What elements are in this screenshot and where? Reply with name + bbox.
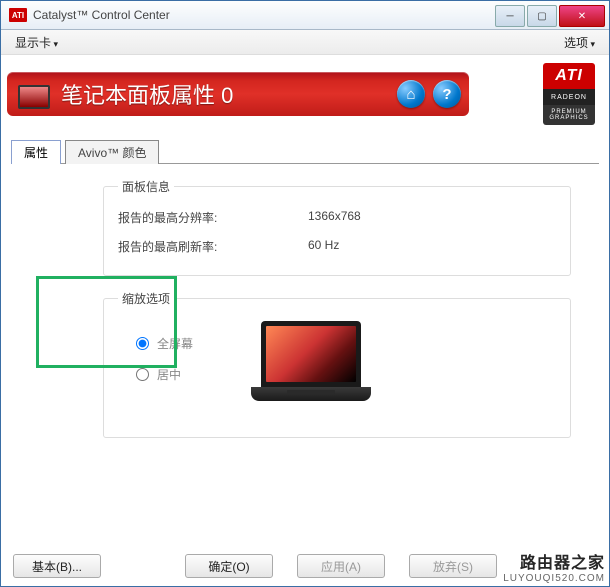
ati-brand-logo: ATI RADEON PREMIUMGRAPHICS — [539, 57, 599, 131]
max-refresh-label: 报告的最高刷新率: — [118, 238, 308, 255]
page-title: 笔记本面板属性 0 — [61, 78, 397, 110]
scaling-options-group: 缩放选项 全屏幕 居中 — [103, 290, 571, 438]
maximize-button[interactable]: ▢ — [527, 5, 557, 27]
max-resolution-value: 1366x768 — [308, 209, 361, 226]
help-button[interactable]: ? — [433, 80, 461, 108]
laptop-icon — [17, 79, 51, 109]
laptop-preview-image — [251, 321, 371, 417]
menu-bar: 显示卡 选项 — [1, 30, 609, 55]
radio-fullscreen[interactable]: 全屏幕 — [136, 335, 193, 352]
max-refresh-value: 60 Hz — [308, 238, 339, 255]
header-band: 笔记本面板属性 0 ⌂ ? — [7, 72, 469, 116]
close-button[interactable]: ✕ — [559, 5, 605, 27]
menu-options[interactable]: 选项 — [558, 32, 601, 53]
radio-fullscreen-input[interactable] — [136, 337, 149, 350]
tab-avivo-color[interactable]: Avivo™ 颜色 — [65, 140, 159, 164]
apply-button[interactable]: 应用(A) — [297, 554, 385, 578]
panel-info-group: 面板信息 报告的最高分辨率: 1366x768 报告的最高刷新率: 60 Hz — [103, 178, 571, 276]
basic-button[interactable]: 基本(B)... — [13, 554, 101, 578]
discard-button[interactable]: 放弃(S) — [409, 554, 497, 578]
scaling-options-legend: 缩放选项 — [118, 290, 174, 307]
radio-centered[interactable]: 居中 — [136, 366, 193, 383]
home-button[interactable]: ⌂ — [397, 80, 425, 108]
window-title: Catalyst™ Control Center — [33, 8, 493, 22]
tab-bar: 属性 Avivo™ 颜色 — [1, 133, 609, 163]
minimize-button[interactable]: ─ — [495, 5, 525, 27]
ok-button[interactable]: 确定(O) — [185, 554, 273, 578]
window-titlebar: ATI Catalyst™ Control Center ─ ▢ ✕ — [1, 1, 609, 30]
radio-centered-input[interactable] — [136, 368, 149, 381]
panel-info-legend: 面板信息 — [118, 178, 174, 195]
tab-properties[interactable]: 属性 — [11, 140, 61, 164]
ati-logo-icon: ATI — [9, 8, 27, 22]
dialog-button-bar: 基本(B)... 确定(O) 应用(A) 放弃(S) — [1, 554, 609, 578]
max-resolution-label: 报告的最高分辨率: — [118, 209, 308, 226]
menu-display-card[interactable]: 显示卡 — [9, 34, 64, 52]
